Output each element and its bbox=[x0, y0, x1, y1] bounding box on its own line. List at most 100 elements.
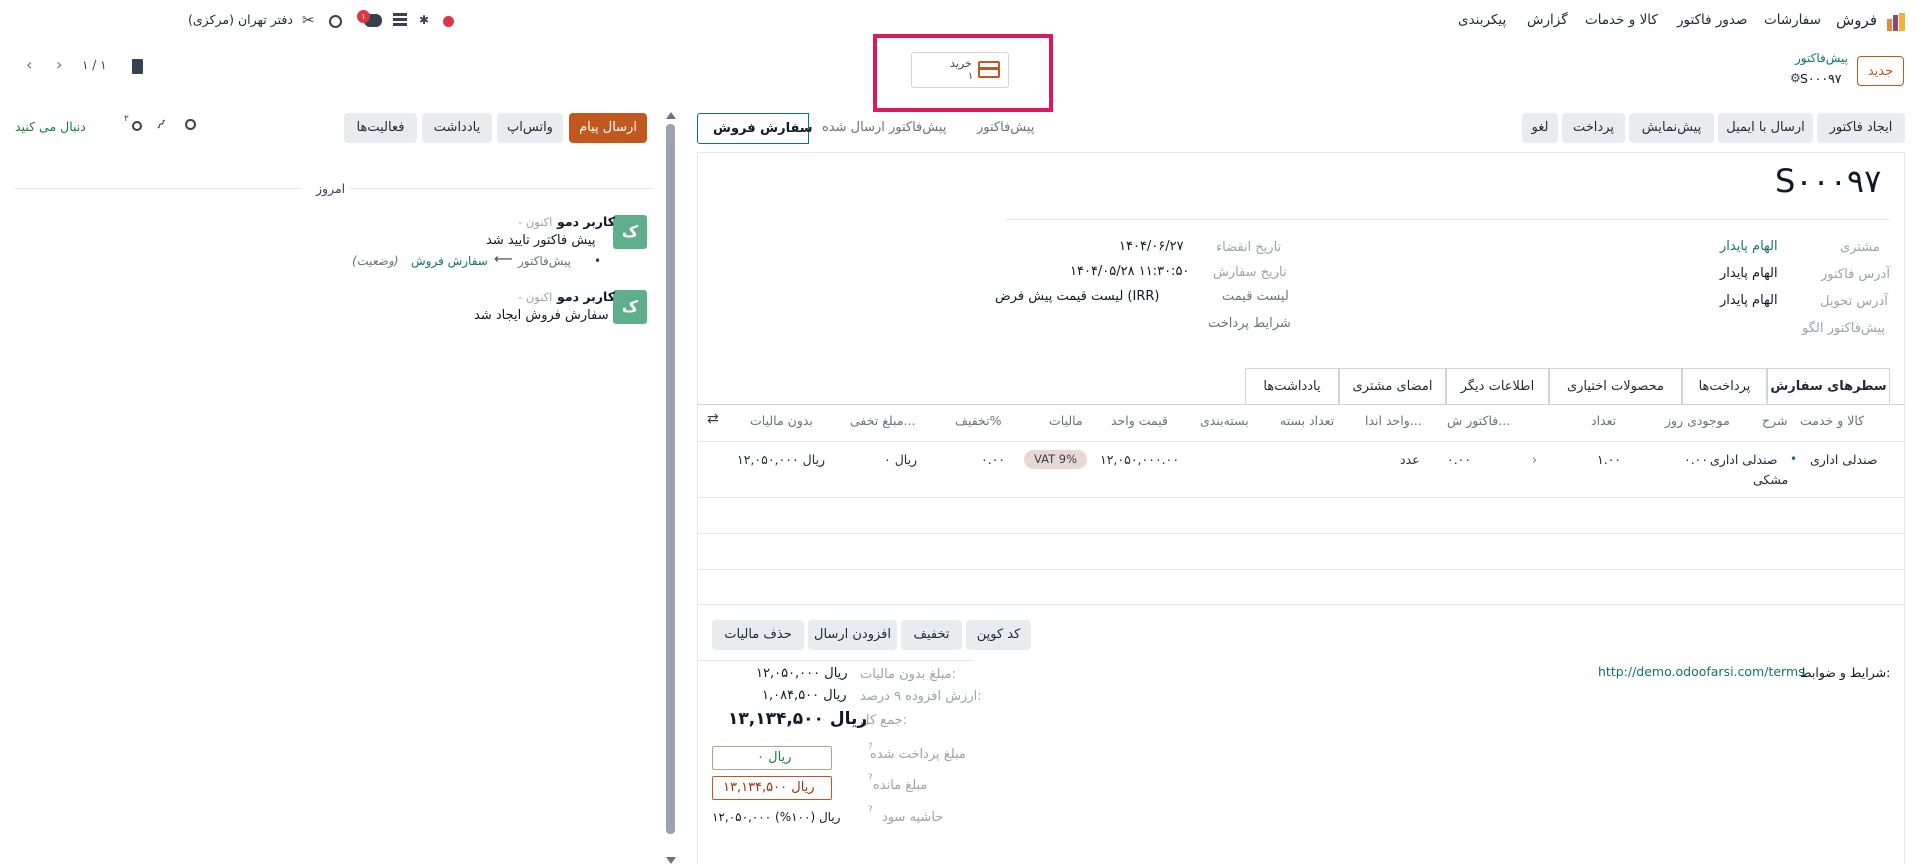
new-button[interactable]: جدید bbox=[1857, 56, 1904, 86]
customer-value[interactable]: الهام پایدار bbox=[1720, 239, 1778, 254]
col-discount-pct[interactable]: تخفیف% bbox=[955, 413, 1001, 428]
row-description-1[interactable]: صندلی اداری bbox=[1710, 452, 1777, 467]
attachment-icon[interactable] bbox=[132, 59, 143, 74]
stage-sent[interactable]: پیش‌فاکتور ارسال شده bbox=[822, 120, 946, 135]
following-button[interactable]: دنبال می کنید bbox=[15, 119, 86, 134]
log-note-button[interactable]: یادداشت bbox=[422, 113, 492, 143]
status-dot-icon[interactable] bbox=[443, 16, 454, 27]
menu-invoicing[interactable]: صدور فاکتور bbox=[1677, 12, 1747, 28]
activities-button[interactable]: فعالیت‌ها bbox=[344, 113, 417, 143]
tab-optional-products[interactable]: محصولات اختیاری bbox=[1549, 368, 1682, 404]
tabs-baseline bbox=[697, 404, 1905, 405]
stage-sale-order-active[interactable]: سفارش فروش bbox=[697, 113, 813, 144]
invoice-address-value[interactable]: الهام پایدار bbox=[1720, 266, 1778, 281]
col-description[interactable]: شرح bbox=[1762, 413, 1787, 428]
change-to: سفارش فروش bbox=[411, 254, 488, 268]
row-chevron-icon[interactable]: › bbox=[1532, 452, 1537, 467]
tab-customer-signature[interactable]: امضای مشتری bbox=[1339, 368, 1446, 404]
send-email-button[interactable]: ارسال با ایمیل bbox=[1718, 113, 1813, 143]
menu-orders[interactable]: سفارشات bbox=[1764, 12, 1821, 28]
message-time: - اکنون bbox=[518, 215, 553, 229]
pager-prev-icon[interactable]: ‹ bbox=[26, 55, 32, 74]
cancel-button[interactable]: لغو bbox=[1522, 113, 1558, 143]
terms-label: شرایط و ضوابط: bbox=[1800, 665, 1891, 680]
delivery-address-label: آدرس تحویل bbox=[1820, 294, 1888, 309]
whatsapp-button[interactable]: واتس‌اپ bbox=[497, 113, 563, 143]
pager-next-icon[interactable]: › bbox=[56, 55, 62, 74]
row-divider-1 bbox=[697, 497, 1905, 498]
app-logo-icon[interactable] bbox=[1887, 13, 1907, 31]
menu-reporting[interactable]: گزارش bbox=[1527, 12, 1568, 28]
row-description-2[interactable]: مشکی bbox=[1753, 472, 1788, 487]
pricelist-value[interactable]: لیست قیمت پیش فرض (IRR) bbox=[995, 289, 1159, 304]
col-quantity[interactable]: تعداد bbox=[1591, 413, 1616, 428]
preview-button[interactable]: پیش‌نمایش bbox=[1629, 113, 1714, 143]
scroll-down-icon[interactable] bbox=[666, 857, 676, 864]
col-product[interactable]: کالا و خدمت bbox=[1800, 413, 1864, 428]
list-icon[interactable] bbox=[393, 13, 407, 26]
menu-configuration[interactable]: پیکربندی bbox=[1458, 12, 1506, 28]
tab-notes[interactable]: یادداشت‌ها bbox=[1245, 368, 1339, 404]
tab-payments[interactable]: پرداخت‌ها bbox=[1682, 368, 1767, 404]
app-name[interactable]: فروش bbox=[1836, 11, 1877, 29]
gear-icon[interactable]: ⚙ bbox=[1790, 71, 1801, 85]
discount-button[interactable]: تخفیف bbox=[901, 620, 962, 650]
payment-button[interactable]: پرداخت bbox=[1562, 113, 1625, 143]
smart-button-purchase[interactable]: خرید ۱ bbox=[911, 52, 1009, 88]
col-stock[interactable]: موجودی روز bbox=[1665, 413, 1730, 428]
col-unit-price[interactable]: قیمت واحد bbox=[1111, 413, 1168, 428]
col-packaging-qty[interactable]: تعداد بسته bbox=[1280, 413, 1334, 428]
search-icon[interactable] bbox=[185, 119, 196, 130]
avatar[interactable]: ک bbox=[613, 290, 647, 324]
send-message-button[interactable]: ارسال پیام bbox=[569, 113, 647, 143]
row-product[interactable]: صندلی اداری bbox=[1810, 452, 1877, 467]
untaxed-value: ۱۲,۰۵۰,۰۰۰ ریال bbox=[756, 666, 848, 681]
margin-value: ۱۲,۰۵۰,۰۰۰ ریال (۱۰۰%) bbox=[712, 810, 841, 824]
create-invoice-button[interactable]: ایجاد فاکتور bbox=[1817, 113, 1905, 143]
row-uom[interactable]: عدد bbox=[1400, 452, 1420, 467]
scroll-up-icon[interactable] bbox=[666, 112, 676, 119]
row-subtotal: ۱۲,۰۵۰,۰۰۰ ریال bbox=[737, 452, 826, 467]
message-author[interactable]: کاربر دمو bbox=[557, 289, 615, 304]
scrollbar[interactable] bbox=[666, 112, 676, 864]
invoice-address-label: آدرس فاکتور bbox=[1821, 267, 1890, 282]
expiration-value[interactable]: ۱۴۰۴/۰۶/۲۷ bbox=[1119, 239, 1184, 254]
delivery-address-value[interactable]: الهام پایدار bbox=[1720, 293, 1778, 308]
stage-quotation[interactable]: پیش‌فاکتور bbox=[977, 120, 1034, 135]
pager-value[interactable]: ۱ / ۱ bbox=[82, 58, 107, 72]
col-uom[interactable]: واحد اندا... bbox=[1365, 413, 1422, 428]
bug-icon[interactable]: ✱ bbox=[419, 13, 429, 27]
avatar[interactable]: ک bbox=[613, 215, 647, 249]
menu-products[interactable]: کالا و خدمات bbox=[1585, 12, 1658, 28]
terms-link[interactable]: http://demo.odoofarsi.com/terms bbox=[1598, 664, 1805, 679]
col-invoiced[interactable]: فاکتور ش... bbox=[1447, 413, 1510, 428]
order-date-value[interactable]: ۱۴۰۴/۰۵/۲۸ ۱۱:۳۰:۵۰ bbox=[1070, 264, 1189, 279]
column-settings-icon[interactable]: ⇄ bbox=[707, 411, 719, 427]
paperclip-icon[interactable]: ⌇ bbox=[152, 117, 168, 133]
col-discount-amount[interactable]: مبلغ تخفی... bbox=[850, 413, 915, 428]
paid-label: مبلغ پرداخت شده bbox=[870, 747, 966, 762]
col-packaging[interactable]: بسته‌بندی bbox=[1200, 413, 1249, 428]
coupon-button[interactable]: کد کوپن bbox=[966, 620, 1031, 650]
scrollbar-thumb[interactable] bbox=[666, 124, 675, 834]
col-subtotal[interactable]: بدون مالیات bbox=[750, 413, 813, 428]
col-taxes[interactable]: مالیات bbox=[1049, 413, 1083, 428]
row-tax-badge[interactable]: VAT 9% bbox=[1024, 450, 1088, 469]
user-icon[interactable] bbox=[132, 121, 142, 131]
remaining-help-icon: ? bbox=[868, 773, 873, 783]
tab-order-lines[interactable]: سطرهای سفارش bbox=[1767, 368, 1890, 404]
row-discount-pct[interactable]: ۰.۰۰ bbox=[981, 452, 1005, 467]
remove-tax-button[interactable]: حذف مالیات bbox=[712, 620, 804, 650]
breadcrumb-parent[interactable]: پیش‌فاکتور bbox=[1795, 51, 1848, 65]
add-shipping-button[interactable]: افزودن ارسال bbox=[808, 620, 897, 650]
tools-icon[interactable]: ✂ bbox=[302, 11, 315, 29]
tab-other-info[interactable]: اطلاعات دیگر bbox=[1446, 368, 1549, 404]
company-switcher[interactable]: دفتر تهران (مرکزی) bbox=[188, 12, 293, 27]
table-row[interactable]: صندلی اداری • صندلی اداری مشکی ۰.۰۰ ۱.۰۰… bbox=[697, 442, 1905, 497]
row-quantity[interactable]: ۱.۰۰ bbox=[1597, 452, 1621, 467]
message-author[interactable]: کاربر دمو bbox=[557, 214, 615, 229]
record-name: S۰۰۰۹۷ bbox=[1800, 71, 1842, 86]
clock-icon[interactable] bbox=[329, 15, 342, 28]
row-unit-price[interactable]: ۱۲,۰۵۰,۰۰۰.۰۰ bbox=[1100, 452, 1179, 467]
product-dot-icon: • bbox=[1790, 452, 1798, 466]
